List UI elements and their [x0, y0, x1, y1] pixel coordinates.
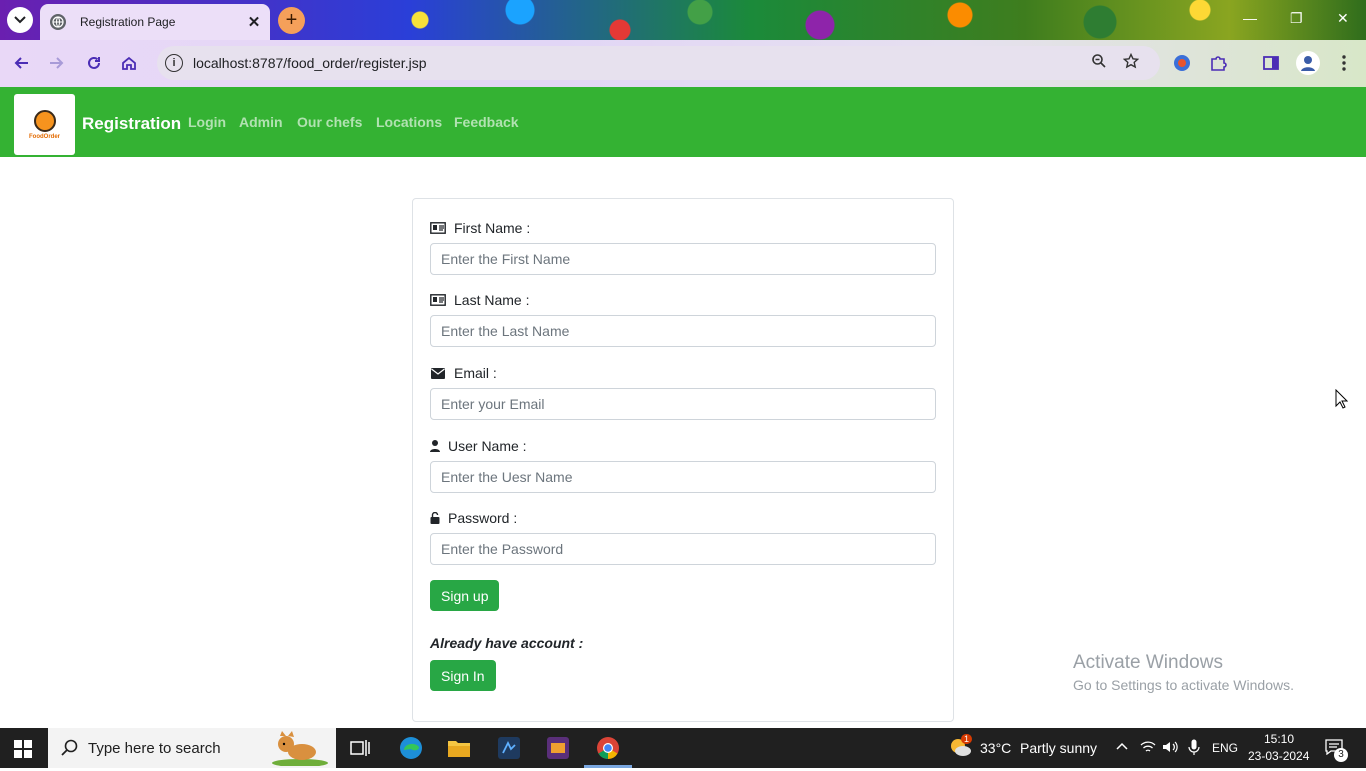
- id-card-icon: [430, 294, 446, 306]
- last-name-label-text: Last Name :: [454, 292, 530, 308]
- input-language[interactable]: ENG: [1212, 741, 1238, 755]
- volume-icon[interactable]: [1162, 740, 1178, 759]
- user-icon: [430, 440, 440, 452]
- already-have-account-text: Already have account :: [430, 635, 584, 651]
- site-info-icon[interactable]: i: [165, 54, 183, 72]
- taskbar-search-box[interactable]: Type here to search: [48, 728, 336, 768]
- address-url[interactable]: localhost:8787/food_order/register.jsp: [193, 55, 426, 71]
- last-name-label: Last Name :: [430, 292, 529, 308]
- globe-icon: [50, 14, 66, 30]
- browser-tab[interactable]: Registration Page ✕: [40, 4, 270, 40]
- vscode-icon[interactable]: [495, 734, 523, 762]
- address-bar[interactable]: i localhost:8787/food_order/register.jsp: [157, 46, 1160, 80]
- game-app-icon[interactable]: [544, 734, 572, 762]
- nav-link-feedback[interactable]: Feedback: [454, 114, 519, 130]
- reload-icon[interactable]: [83, 52, 105, 74]
- nav-link-admin[interactable]: Admin: [239, 114, 283, 130]
- weather-condition[interactable]: Partly sunny: [1020, 740, 1097, 756]
- minimize-icon[interactable]: —: [1243, 10, 1257, 26]
- puzzle-extensions-icon[interactable]: [1207, 52, 1229, 74]
- clock-date[interactable]: 23-03-2024: [1248, 749, 1309, 763]
- watermark-subtitle: Go to Settings to activate Windows.: [1073, 677, 1294, 693]
- microphone-icon[interactable]: [1188, 739, 1200, 760]
- password-label: Password :: [430, 510, 517, 526]
- browser-tab-bar: Registration Page ✕ + — ❐ ✕: [0, 0, 1366, 40]
- password-input[interactable]: [430, 533, 936, 565]
- first-name-label-text: First Name :: [454, 220, 531, 236]
- nav-link-login[interactable]: Login: [188, 114, 226, 130]
- email-input[interactable]: [430, 388, 936, 420]
- registration-form: First Name : Last Name : Email : User Na…: [412, 198, 954, 722]
- last-name-input[interactable]: [430, 315, 936, 347]
- bookmark-star-icon[interactable]: [1122, 52, 1140, 74]
- site-navbar: FoodOrder Registration Login Admin Our c…: [0, 87, 1366, 157]
- password-label-text: Password :: [448, 510, 518, 526]
- file-explorer-icon[interactable]: [445, 734, 473, 762]
- site-logo[interactable]: FoodOrder: [14, 94, 75, 155]
- notification-count-badge: 3: [1334, 748, 1348, 762]
- browser-toolbar: i localhost:8787/food_order/register.jsp: [0, 40, 1366, 87]
- dog-illustration-icon: [266, 730, 328, 771]
- profile-avatar[interactable]: [1296, 51, 1320, 75]
- nav-link-locations[interactable]: Locations: [376, 114, 442, 130]
- back-icon[interactable]: [11, 52, 33, 74]
- unlock-icon: [430, 512, 440, 524]
- forward-icon[interactable]: [45, 52, 67, 74]
- chrome-icon[interactable]: [594, 734, 622, 762]
- wifi-icon[interactable]: [1140, 740, 1156, 759]
- username-label: User Name :: [430, 438, 527, 454]
- chevron-down-icon: [14, 16, 26, 24]
- logo-text: FoodOrder: [29, 133, 60, 140]
- navbar-brand[interactable]: Registration: [82, 114, 181, 134]
- windows-start-icon[interactable]: [14, 740, 32, 758]
- username-input[interactable]: [430, 461, 936, 493]
- email-label: Email :: [430, 365, 497, 381]
- search-icon: [61, 739, 79, 762]
- chevron-up-icon[interactable]: [1115, 739, 1129, 758]
- clock-time[interactable]: 15:10: [1264, 732, 1294, 746]
- home-icon[interactable]: [118, 52, 140, 74]
- kebab-menu-icon[interactable]: [1333, 52, 1355, 74]
- sign-in-button[interactable]: Sign In: [430, 660, 496, 691]
- logo-icon: [33, 109, 56, 132]
- zoom-icon[interactable]: [1091, 53, 1107, 74]
- new-tab-button[interactable]: +: [278, 7, 305, 34]
- id-card-icon: [430, 222, 446, 234]
- sign-up-button[interactable]: Sign up: [430, 580, 500, 611]
- activate-windows-watermark: Activate Windows Go to Settings to activ…: [1073, 652, 1294, 693]
- first-name-label: First Name :: [430, 220, 530, 236]
- tab-title: Registration Page: [80, 15, 176, 29]
- close-tab-icon[interactable]: ✕: [246, 13, 262, 31]
- weather-badge: 1: [961, 734, 973, 744]
- side-panel-icon[interactable]: [1260, 52, 1282, 74]
- nav-link-our-chefs[interactable]: Our chefs: [297, 114, 362, 130]
- tab-search-button[interactable]: [7, 7, 33, 33]
- close-window-icon[interactable]: ✕: [1337, 10, 1349, 27]
- watermark-title: Activate Windows: [1073, 652, 1223, 673]
- restore-icon[interactable]: ❐: [1290, 10, 1303, 27]
- taskbar-search-placeholder: Type here to search: [88, 740, 221, 757]
- edge-browser-icon[interactable]: [397, 734, 425, 762]
- weather-temperature[interactable]: 33°C: [980, 740, 1011, 756]
- extension-icon[interactable]: [1171, 52, 1193, 74]
- envelope-icon: [430, 367, 446, 379]
- mouse-cursor-icon: [1335, 388, 1349, 414]
- email-label-text: Email :: [454, 365, 497, 381]
- windows-taskbar: Type here to search 1 33°C Partly sunny …: [0, 728, 1366, 768]
- first-name-input[interactable]: [430, 243, 936, 275]
- username-label-text: User Name :: [448, 438, 527, 454]
- task-view-icon[interactable]: [346, 734, 374, 762]
